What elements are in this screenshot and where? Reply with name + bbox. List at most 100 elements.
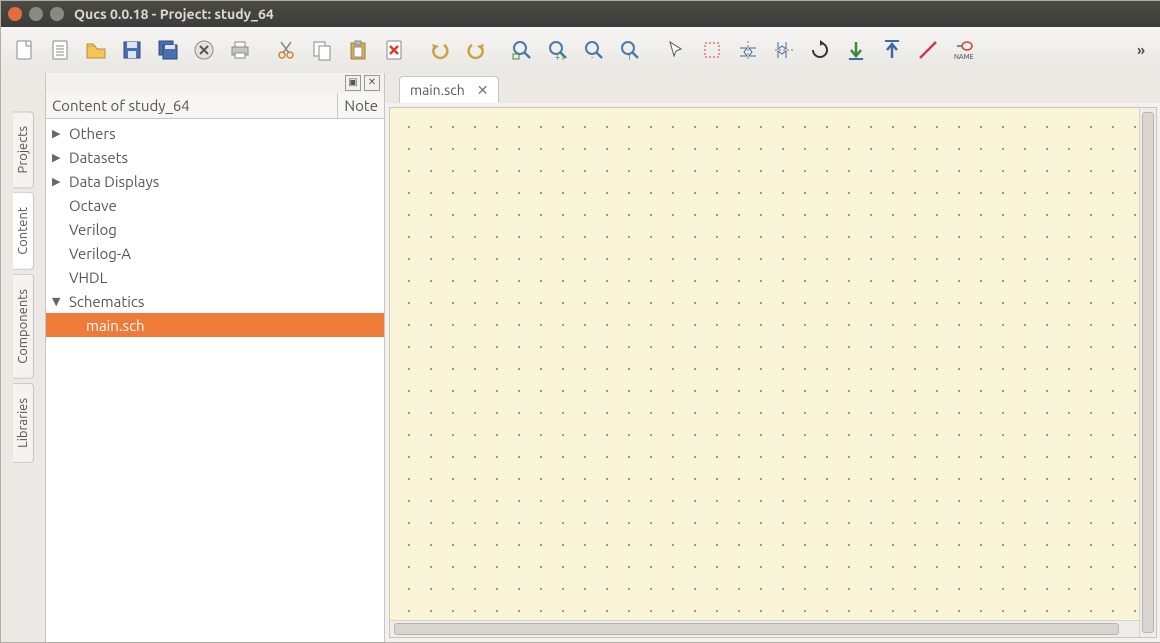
new-file-icon: [12, 38, 36, 62]
open-icon: [84, 38, 108, 62]
mirror-v-button[interactable]: [767, 33, 801, 67]
move-up-icon: [880, 38, 904, 62]
tree-item[interactable]: Verilog: [46, 217, 384, 241]
tree-item-label: Others: [69, 125, 116, 142]
zoom-fit-icon: [510, 38, 534, 62]
cut-icon: [274, 38, 298, 62]
new-txt-icon: [48, 38, 72, 62]
tree-item-label: Verilog: [69, 221, 117, 238]
content-panel: ▣ ✕ Content of study_64 Note ▶ Others ▶ Dat…: [46, 73, 385, 642]
rotate-button[interactable]: [803, 33, 837, 67]
window-maximize-button[interactable]: [50, 7, 64, 21]
undo-button[interactable]: [423, 33, 457, 67]
save-all-button[interactable]: [151, 33, 185, 67]
panel-controls: ▣ ✕: [46, 73, 384, 93]
new-txt-button[interactable]: [43, 33, 77, 67]
svg-text:1: 1: [627, 53, 632, 62]
panel-header: Content of study_64 Note: [46, 93, 384, 119]
open-button[interactable]: [79, 33, 113, 67]
close-file-button[interactable]: [187, 33, 221, 67]
svg-text:+1: +1: [555, 52, 565, 62]
print-button[interactable]: [223, 33, 257, 67]
select-rect-button[interactable]: [695, 33, 729, 67]
sidetab-content[interactable]: Content: [13, 192, 34, 270]
redo-button[interactable]: [459, 33, 493, 67]
window-minimize-button[interactable]: [29, 7, 43, 21]
sidetab-libraries[interactable]: Libraries: [13, 383, 34, 463]
panel-header-col2[interactable]: Note: [338, 93, 384, 118]
file-tab-bar: main.sch ✕: [385, 73, 1160, 103]
tree-item[interactable]: VHDL: [46, 265, 384, 289]
svg-text:-: -: [591, 52, 594, 62]
new-file-button[interactable]: [7, 33, 41, 67]
zoom-out-icon: -: [582, 38, 606, 62]
cut-button[interactable]: [269, 33, 303, 67]
wire-button[interactable]: [911, 33, 945, 67]
tree-item-label: Data Displays: [69, 173, 159, 190]
main-toolbar: +1 - 1 NAME »: [1, 27, 1160, 74]
chevron-right-icon: ▶: [52, 127, 64, 140]
name-label-icon: NAME: [952, 38, 976, 62]
tree-item-label: Octave: [69, 197, 117, 214]
delete-icon: [382, 38, 406, 62]
close-file-icon: [192, 38, 216, 62]
move-up-button[interactable]: [875, 33, 909, 67]
zoom-1-button[interactable]: 1: [613, 33, 647, 67]
toolbar-overflow-button[interactable]: »: [1127, 42, 1155, 58]
file-tab[interactable]: main.sch ✕: [399, 76, 499, 103]
tree-item-label: VHDL: [69, 269, 107, 286]
save-button[interactable]: [115, 33, 149, 67]
editor-area: main.sch ✕: [385, 73, 1160, 642]
panel-header-col1[interactable]: Content of study_64: [46, 93, 338, 118]
zoom-fit-button[interactable]: [505, 33, 539, 67]
name-label-button[interactable]: NAME: [947, 33, 981, 67]
titlebar: Qucs 0.0.18 - Project: study_64: [1, 1, 1160, 27]
close-icon[interactable]: ✕: [477, 82, 489, 99]
mirror-h-icon: [736, 38, 760, 62]
save-icon: [120, 38, 144, 62]
delete-button[interactable]: [377, 33, 411, 67]
select-rect-icon: [700, 38, 724, 62]
zoom-in-button[interactable]: +1: [541, 33, 575, 67]
canvas-container: [389, 107, 1157, 638]
wire-icon: [916, 38, 940, 62]
schematic-canvas[interactable]: [390, 108, 1139, 620]
pointer-button[interactable]: [659, 33, 693, 67]
window-title: Qucs 0.0.18 - Project: study_64: [74, 6, 274, 22]
sidetab-components[interactable]: Components: [13, 274, 34, 379]
rotate-icon: [808, 38, 832, 62]
tree-item[interactable]: main.sch: [46, 313, 384, 337]
copy-icon: [310, 38, 334, 62]
chevron-right-icon: ▶: [52, 151, 64, 164]
undo-icon: [428, 38, 452, 62]
zoom-1-icon: 1: [618, 38, 642, 62]
paste-icon: [346, 38, 370, 62]
mirror-h-button[interactable]: [731, 33, 765, 67]
save-all-icon: [156, 38, 180, 62]
move-down-icon: [844, 38, 868, 62]
window-close-button[interactable]: [8, 7, 22, 21]
sidetab-projects[interactable]: Projects: [13, 111, 34, 188]
file-tab-label: main.sch: [410, 82, 465, 98]
vertical-scrollbar[interactable]: [1139, 108, 1156, 637]
panel-detach-button[interactable]: ▣: [345, 75, 361, 91]
tree-item[interactable]: ▶ Datasets: [46, 145, 384, 169]
move-down-button[interactable]: [839, 33, 873, 67]
zoom-in-icon: +1: [546, 38, 570, 62]
tree-item[interactable]: ▼Schematics: [46, 289, 384, 313]
redo-icon: [464, 38, 488, 62]
chevron-down-icon: ▼: [52, 295, 64, 308]
tree-item[interactable]: ▶ Data Displays: [46, 169, 384, 193]
tree-item[interactable]: ▶ Others: [46, 121, 384, 145]
mirror-v-icon: [772, 38, 796, 62]
tree-item-label: Datasets: [69, 149, 128, 166]
horizontal-scrollbar[interactable]: [390, 620, 1139, 637]
tree-item[interactable]: Verilog-A: [46, 241, 384, 265]
pointer-icon: [664, 38, 688, 62]
panel-close-button[interactable]: ✕: [364, 75, 380, 91]
tree-item[interactable]: Octave: [46, 193, 384, 217]
chevron-right-icon: ▶: [52, 175, 64, 188]
paste-button[interactable]: [341, 33, 375, 67]
zoom-out-button[interactable]: -: [577, 33, 611, 67]
copy-button[interactable]: [305, 33, 339, 67]
